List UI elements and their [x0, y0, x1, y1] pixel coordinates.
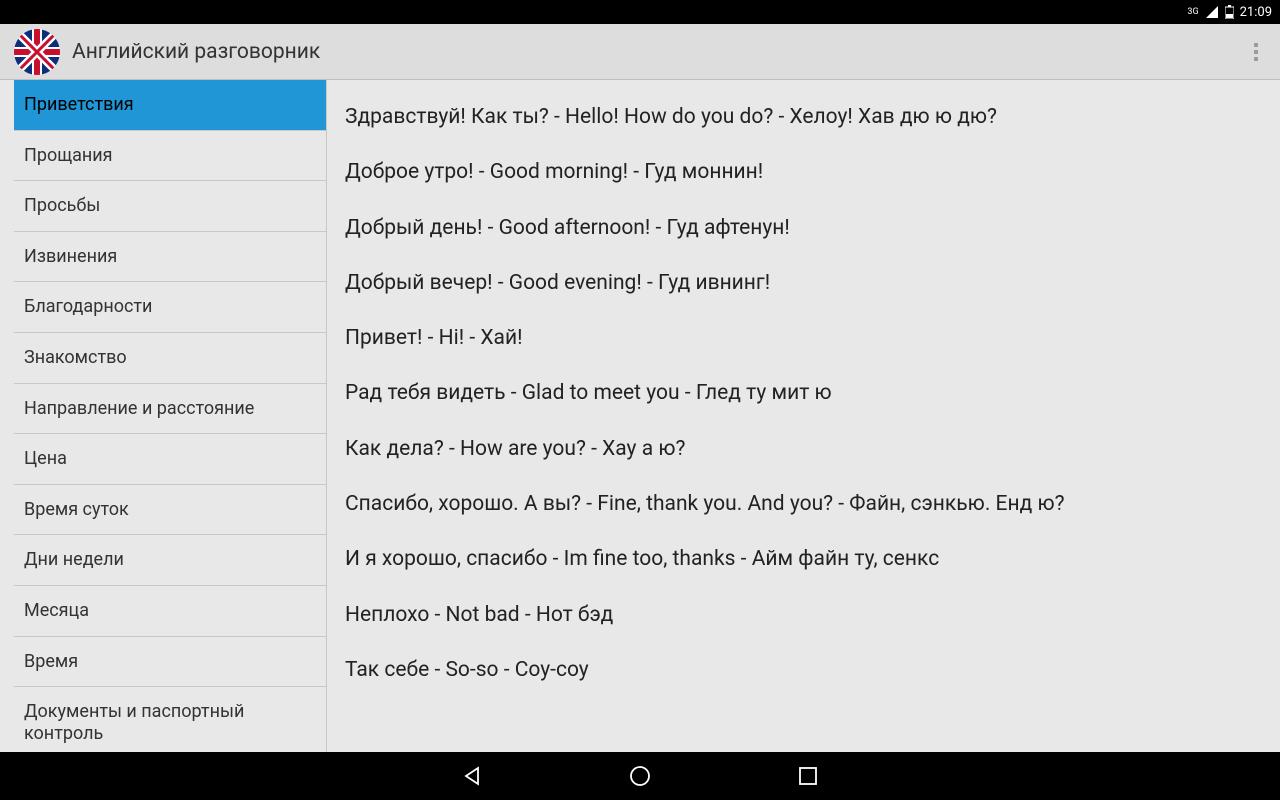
- sidebar-item-label: Приветствия: [24, 94, 134, 115]
- app-bar: Английский разговорник: [0, 24, 1280, 80]
- phrase-row[interactable]: И я хорошо, спасибо - Im fine too, thank…: [345, 546, 1262, 573]
- phrase-row[interactable]: Добрый вечер! - Good evening! - Гуд ивни…: [345, 270, 1262, 297]
- recents-button[interactable]: [794, 762, 822, 790]
- sidebar-item-label: Время суток: [24, 499, 129, 520]
- phrase-row[interactable]: Как дела? - How are you? - Хау а ю?: [345, 436, 1262, 463]
- app-title: Английский разговорник: [72, 40, 1234, 64]
- sidebar-item[interactable]: Знакомство: [14, 333, 326, 384]
- phrase-row[interactable]: Рад тебя видеть - Glad to meet you - Гле…: [345, 380, 1262, 407]
- sidebar-item[interactable]: Время: [14, 637, 326, 688]
- overflow-menu-button[interactable]: [1246, 33, 1266, 71]
- main-content: Приветствия Прощания Просьбы Извинения Благо…: [0, 80, 1280, 752]
- navigation-bar: [0, 752, 1280, 800]
- phrase-row[interactable]: Здравствуй! Как ты? - Hello! How do you …: [345, 104, 1262, 131]
- sidebar-item-label: Месяца: [24, 600, 89, 621]
- sidebar-item[interactable]: Месяца: [14, 586, 326, 637]
- sidebar-item-label: Документы и паспортный контроль: [24, 701, 244, 744]
- sidebar-item[interactable]: Дни недели: [14, 535, 326, 586]
- sidebar-item-label: Просьбы: [24, 195, 100, 216]
- sidebar-item[interactable]: Благодарности: [14, 282, 326, 333]
- phrase-row[interactable]: Спасибо, хорошо. А вы? - Fine, thank you…: [345, 491, 1262, 518]
- sidebar[interactable]: Приветствия Прощания Просьбы Извинения Благо…: [0, 80, 327, 752]
- app-icon: [14, 29, 60, 75]
- sidebar-item-label: Знакомство: [24, 347, 127, 368]
- phrase-row[interactable]: Добрый день! - Good afternoon! - Гуд афт…: [345, 215, 1262, 242]
- network-label: 3G: [1187, 7, 1198, 17]
- sidebar-item[interactable]: Приветствия: [14, 80, 326, 131]
- back-button[interactable]: [458, 762, 486, 790]
- phrase-row[interactable]: Так себе - So-so - Соу-соу: [345, 657, 1262, 684]
- sidebar-item[interactable]: Извинения: [14, 232, 326, 283]
- status-bar: 3G 21:09: [0, 0, 1280, 24]
- sidebar-item-label: Цена: [24, 448, 67, 469]
- sidebar-item[interactable]: Цена: [14, 434, 326, 485]
- sidebar-item[interactable]: Документы и паспортный контроль: [14, 687, 326, 752]
- sidebar-item-label: Извинения: [24, 246, 117, 267]
- sidebar-item-label: Направление и расстояние: [24, 398, 254, 419]
- phrase-row[interactable]: Доброе утро! - Good morning! - Гуд монни…: [345, 159, 1262, 186]
- sidebar-item-label: Время: [24, 651, 78, 672]
- clock: 21:09: [1240, 5, 1272, 20]
- content-area[interactable]: Здравствуй! Как ты? - Hello! How do you …: [327, 80, 1280, 752]
- sidebar-item[interactable]: Прощания: [14, 131, 326, 182]
- phrase-row[interactable]: Неплохо - Not bad - Нот бэд: [345, 602, 1262, 629]
- sidebar-item-label: Дни недели: [24, 549, 124, 570]
- sidebar-item[interactable]: Просьбы: [14, 181, 326, 232]
- battery-icon: [1225, 5, 1234, 19]
- sidebar-item-label: Прощания: [24, 145, 113, 166]
- sidebar-item-label: Благодарности: [24, 296, 152, 317]
- signal-icon: [1205, 5, 1219, 19]
- home-button[interactable]: [626, 762, 654, 790]
- phrase-row[interactable]: Привет! - Hi! - Хай!: [345, 325, 1262, 352]
- sidebar-item[interactable]: Направление и расстояние: [14, 384, 326, 435]
- sidebar-item[interactable]: Время суток: [14, 485, 326, 536]
